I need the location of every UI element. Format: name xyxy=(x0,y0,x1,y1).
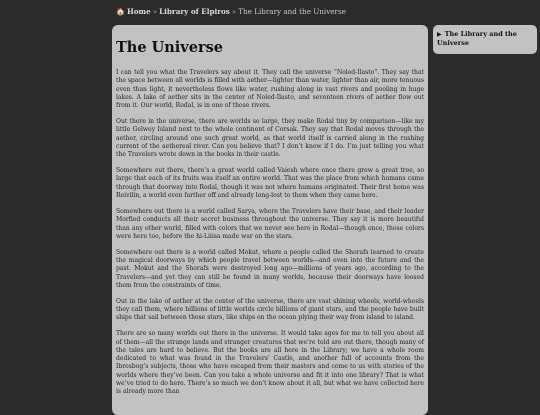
article-paragraph: Somewhere out there is a world called Mo… xyxy=(116,248,424,289)
home-icon[interactable]: 🏠 xyxy=(116,7,125,16)
article-paragraph: Somewhere out there, there’s a great wor… xyxy=(116,167,424,200)
page-title: The Universe xyxy=(116,39,223,56)
breadcrumb-separator: » xyxy=(231,7,237,16)
article-paragraph: There are so many worlds out there in th… xyxy=(116,330,424,396)
article-paragraph: I can tell you what the Travelers say ab… xyxy=(116,69,424,110)
article-panel: The Universe I can tell you what the Tra… xyxy=(112,25,428,415)
triangle-right-icon: ▶ xyxy=(437,31,442,38)
article-paragraph: Out there in the universe, there are wor… xyxy=(116,118,424,159)
toc-item-library-and-universe[interactable]: The Library and the Universe xyxy=(437,30,517,47)
breadcrumb-current: The Library and the Universe xyxy=(238,7,346,16)
breadcrumb-home-link[interactable]: Home xyxy=(127,7,151,16)
breadcrumb-separator: » xyxy=(152,7,158,16)
article-paragraph: Somewhere out there is a world called Sa… xyxy=(116,207,424,240)
table-of-contents: ▶ The Library and the Universe xyxy=(433,25,537,54)
breadcrumb-library-link[interactable]: Library of Elpiros xyxy=(159,7,230,16)
breadcrumb: 🏠 Home» Library of Elpiros» The Library and… xyxy=(116,7,346,16)
article-paragraph: Out in the lake of aether at the center … xyxy=(116,297,424,322)
